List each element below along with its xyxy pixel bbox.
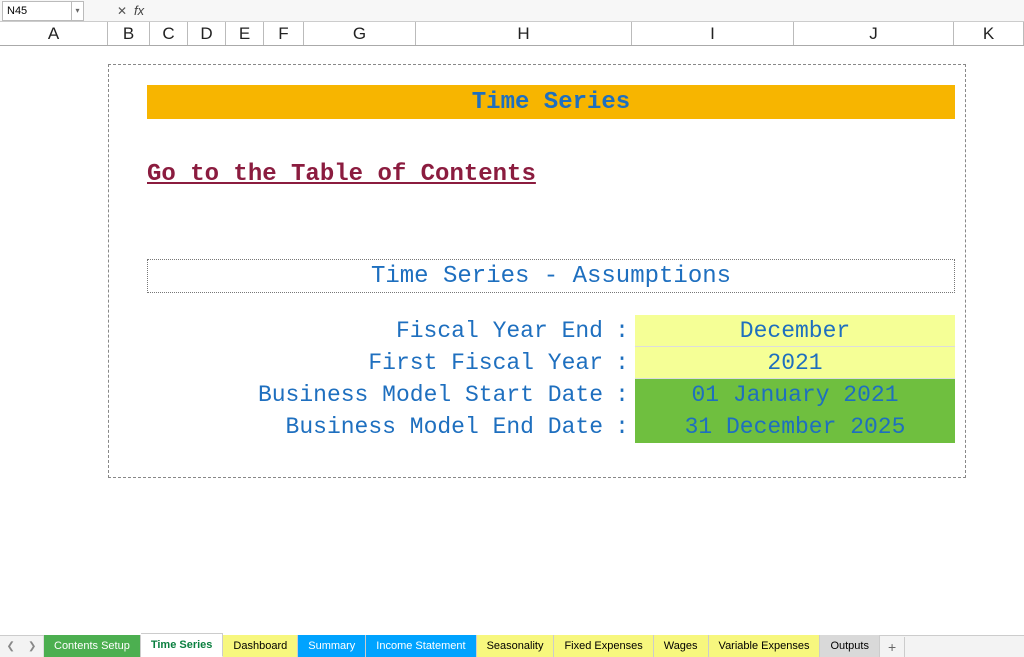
assumption-value[interactable]: December: [635, 315, 955, 347]
col-header-J[interactable]: J: [794, 22, 954, 45]
colon: :: [609, 350, 635, 376]
sheet-tabs: Contents Setup Time Series Dashboard Sum…: [44, 636, 905, 657]
tab-variable-expenses[interactable]: Variable Expenses: [709, 635, 821, 657]
tab-wages[interactable]: Wages: [654, 635, 709, 657]
assumption-value[interactable]: 01 January 2021: [635, 379, 955, 411]
col-header-E[interactable]: E: [226, 22, 264, 45]
tab-time-series[interactable]: Time Series: [141, 633, 224, 657]
col-header-C[interactable]: C: [150, 22, 188, 45]
assumption-label: Business Model End Date: [147, 414, 609, 440]
colon: :: [609, 318, 635, 344]
content-panel: Time Series Go to the Table of Contents …: [108, 64, 966, 478]
sheet-grid[interactable]: Time Series Go to the Table of Contents …: [0, 46, 1024, 634]
colon: :: [609, 414, 635, 440]
new-sheet-button[interactable]: +: [880, 637, 905, 657]
assumption-row: Business Model End Date : 31 December 20…: [147, 411, 955, 443]
tab-income-statement[interactable]: Income Statement: [366, 635, 476, 657]
column-headers: A B C D E F G H I J K: [0, 22, 1024, 46]
assumption-value[interactable]: 31 December 2025: [635, 411, 955, 443]
colon: :: [609, 382, 635, 408]
name-box[interactable]: [2, 1, 72, 21]
tab-nav: ❮ ❯: [0, 636, 44, 657]
col-header-K[interactable]: K: [954, 22, 1024, 45]
col-header-H[interactable]: H: [416, 22, 632, 45]
title-banner: Time Series: [147, 85, 955, 119]
sheet-tab-bar: ❮ ❯ Contents Setup Time Series Dashboard…: [0, 635, 1024, 657]
toc-link[interactable]: Go to the Table of Contents: [147, 161, 536, 188]
tab-summary[interactable]: Summary: [298, 635, 366, 657]
tab-fixed-expenses[interactable]: Fixed Expenses: [554, 635, 653, 657]
assumption-rows: Fiscal Year End : December First Fiscal …: [147, 315, 955, 443]
assumption-row: First Fiscal Year : 2021: [147, 347, 955, 379]
tab-scroll-right-icon[interactable]: ❯: [28, 641, 36, 652]
tab-contents-setup[interactable]: Contents Setup: [44, 635, 141, 657]
assumption-label: Fiscal Year End: [147, 318, 609, 344]
col-header-G[interactable]: G: [304, 22, 416, 45]
name-box-dropdown[interactable]: ▾: [72, 1, 84, 21]
fx-label[interactable]: fx: [134, 3, 144, 18]
col-header-B[interactable]: B: [108, 22, 150, 45]
col-header-D[interactable]: D: [188, 22, 226, 45]
col-header-F[interactable]: F: [264, 22, 304, 45]
tab-dashboard[interactable]: Dashboard: [223, 635, 298, 657]
tab-outputs[interactable]: Outputs: [820, 635, 880, 657]
assumption-label: First Fiscal Year: [147, 350, 609, 376]
assumption-row: Fiscal Year End : December: [147, 315, 955, 347]
section-header: Time Series - Assumptions: [147, 259, 955, 293]
assumption-label: Business Model Start Date: [147, 382, 609, 408]
tab-scroll-left-icon[interactable]: ❮: [7, 641, 15, 652]
tab-seasonality[interactable]: Seasonality: [477, 635, 555, 657]
col-header-A[interactable]: A: [0, 22, 108, 45]
col-header-I[interactable]: I: [632, 22, 794, 45]
formula-bar: ▾ ✕ fx: [0, 0, 1024, 22]
assumption-value[interactable]: 2021: [635, 347, 955, 379]
assumption-row: Business Model Start Date : 01 January 2…: [147, 379, 955, 411]
cancel-formula-icon[interactable]: ✕: [114, 3, 130, 19]
